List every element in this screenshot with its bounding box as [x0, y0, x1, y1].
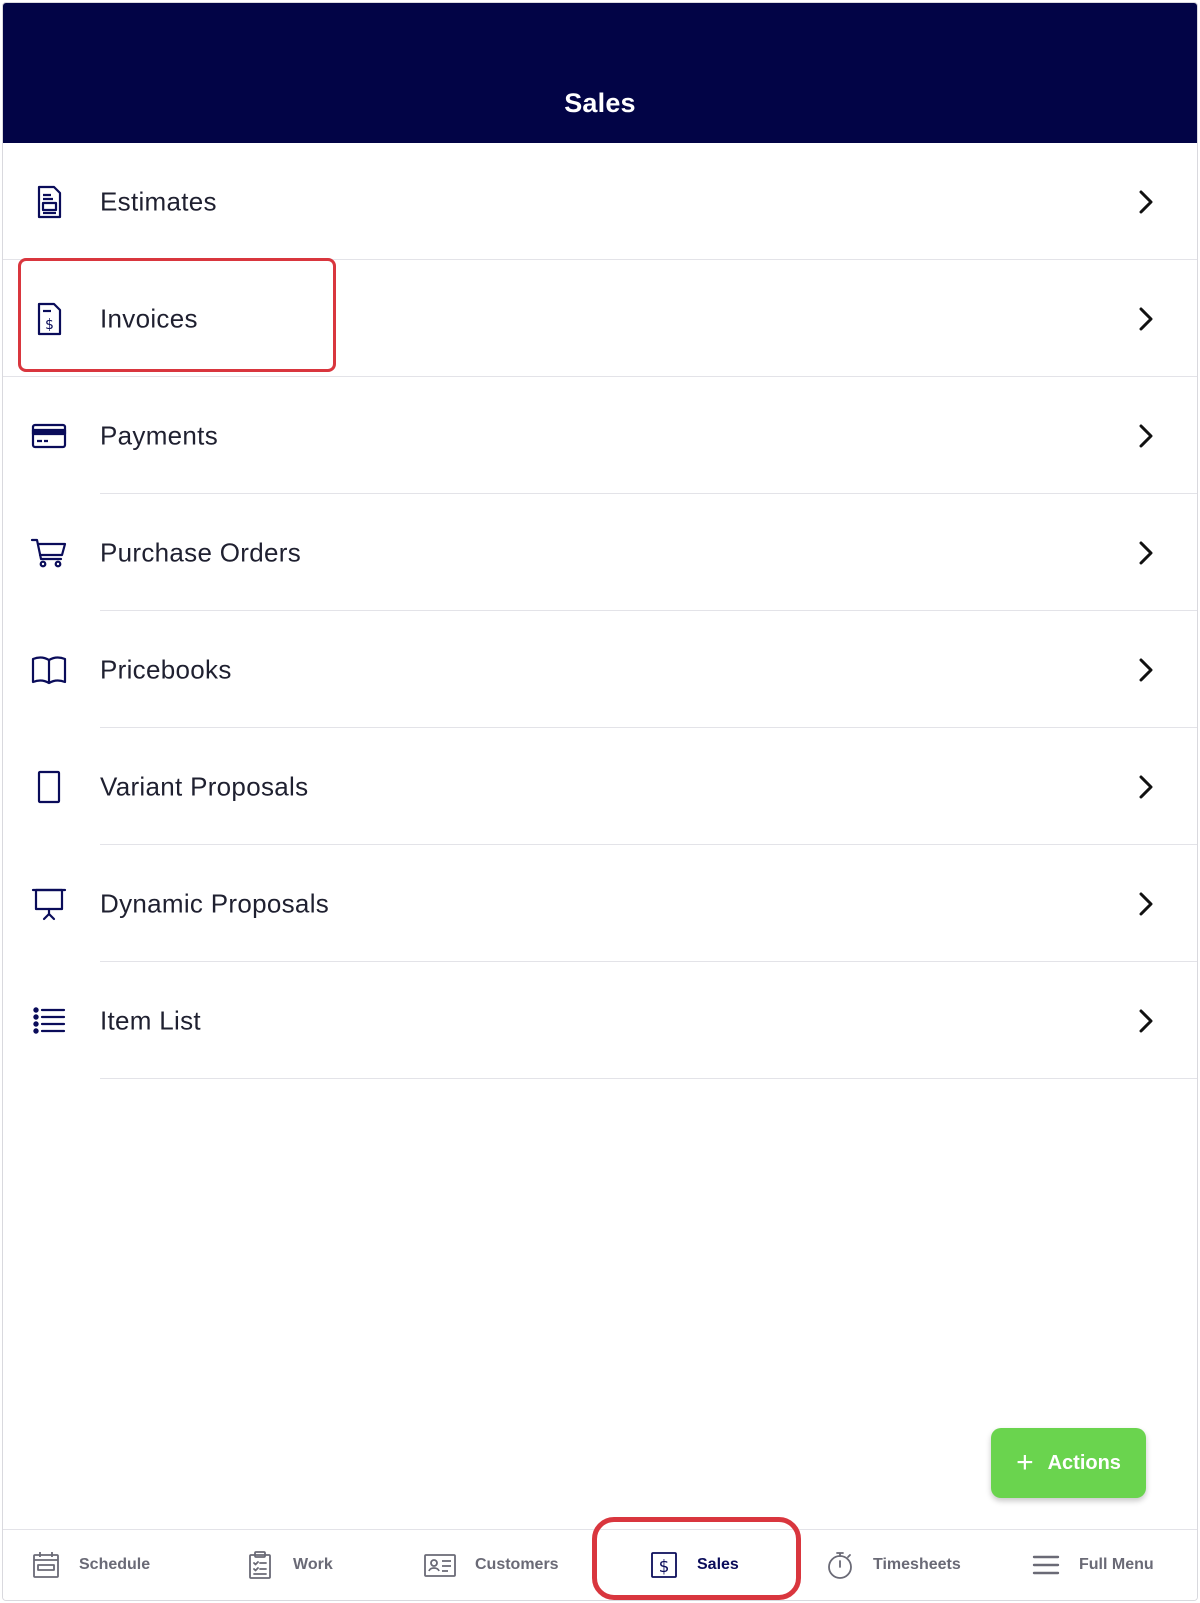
tab-label: Schedule	[79, 1556, 151, 1573]
svg-text:$: $	[659, 1557, 670, 1577]
menu-item-dynamic-proposals[interactable]: Dynamic Proposals	[3, 845, 1197, 962]
page-title: Sales	[564, 88, 636, 118]
menu-item-label: Payments	[100, 420, 219, 450]
tablet-icon	[28, 766, 70, 808]
credit-card-icon	[28, 415, 70, 457]
tab-timesheets[interactable]: Timesheets	[825, 1530, 961, 1600]
divider	[100, 1078, 1197, 1079]
tab-label: Customers	[475, 1556, 559, 1573]
menu-item-label: Invoices	[100, 303, 198, 333]
chevron-right-icon	[1139, 775, 1153, 798]
bottom-tab-bar: Schedule Work Customers $ Sales Timeshee…	[3, 1529, 1197, 1600]
actions-button[interactable]: + Actions	[991, 1428, 1146, 1498]
clipboard-icon	[249, 1551, 271, 1579]
menu-item-pricebooks[interactable]: Pricebooks	[3, 611, 1197, 728]
menu-item-label: Variant Proposals	[100, 771, 309, 801]
stopwatch-icon	[828, 1552, 852, 1579]
tab-label: Timesheets	[873, 1556, 961, 1573]
open-book-icon	[28, 649, 70, 691]
chevron-right-icon	[1139, 190, 1153, 213]
menu-item-label: Dynamic Proposals	[100, 888, 330, 918]
list-icon	[28, 1000, 70, 1042]
app-header: Sales	[3, 3, 1197, 143]
hamburger-menu-icon	[1032, 1555, 1060, 1575]
menu-item-label: Purchase Orders	[100, 537, 302, 567]
menu-item-item-list[interactable]: Item List	[3, 962, 1197, 1079]
actions-button-label: Actions	[1047, 1451, 1121, 1474]
tab-customers[interactable]: Customers	[423, 1530, 559, 1600]
tab-sales[interactable]: $ Sales	[649, 1530, 739, 1600]
invoice-dollar-icon: $	[28, 298, 70, 340]
tab-label: Full Menu	[1079, 1556, 1154, 1573]
chevron-right-icon	[1139, 307, 1153, 330]
tab-full-menu[interactable]: Full Menu	[1031, 1530, 1154, 1600]
menu-item-estimates[interactable]: Estimates	[3, 143, 1197, 260]
shopping-cart-icon	[28, 532, 70, 574]
estimate-document-icon	[28, 181, 70, 223]
menu-item-purchase-orders[interactable]: Purchase Orders	[3, 494, 1197, 611]
tab-work[interactable]: Work	[245, 1530, 333, 1600]
chevron-right-icon	[1139, 1009, 1153, 1032]
chevron-right-icon	[1139, 541, 1153, 564]
app-window: Sales Estimates $ Invoices Payments Purc…	[2, 2, 1198, 1601]
menu-item-label: Pricebooks	[100, 654, 232, 684]
svg-text:$: $	[45, 317, 54, 333]
menu-item-variant-proposals[interactable]: Variant Proposals	[3, 728, 1197, 845]
dollar-icon: $	[651, 1552, 677, 1578]
presentation-icon	[28, 883, 70, 925]
menu-item-invoices[interactable]: $ Invoices	[3, 260, 1197, 377]
chevron-right-icon	[1139, 658, 1153, 681]
plus-icon: +	[1016, 1446, 1034, 1479]
contact-card-icon	[424, 1554, 456, 1577]
calendar-icon	[33, 1552, 59, 1578]
menu-item-payments[interactable]: Payments	[3, 377, 1197, 494]
tab-label: Sales	[697, 1556, 739, 1573]
tab-label: Work	[293, 1556, 333, 1573]
sales-menu-list: Estimates $ Invoices Payments Purchase O…	[3, 143, 1197, 1079]
tab-schedule[interactable]: Schedule	[31, 1530, 150, 1600]
menu-item-label: Item List	[100, 1005, 201, 1035]
chevron-right-icon	[1139, 892, 1153, 915]
menu-item-label: Estimates	[100, 186, 217, 216]
chevron-right-icon	[1139, 424, 1153, 447]
